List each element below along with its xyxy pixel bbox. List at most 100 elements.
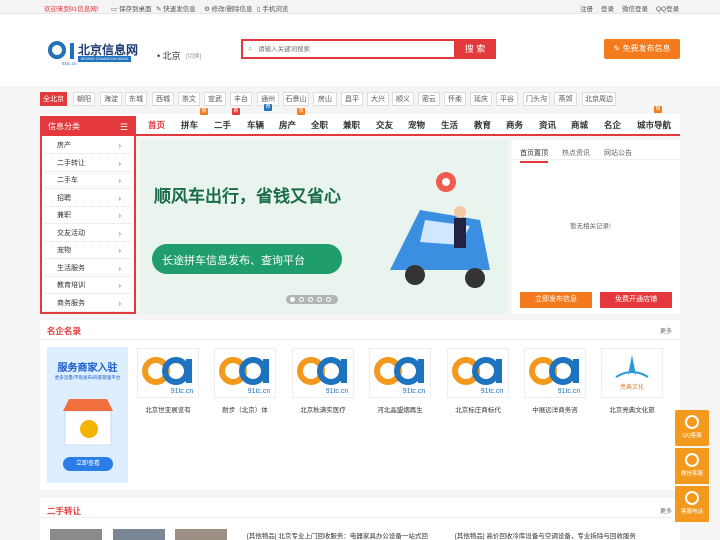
company-name[interactable]: 中展远洋商务咨 [516, 404, 594, 414]
site-logo[interactable]: 北京信息网 BEIJING CHUANGXIN WANG 91tc.cn [48, 39, 138, 69]
nav-item[interactable]: 兼职 [343, 118, 360, 132]
nav-item[interactable]: 商城 [571, 118, 588, 132]
sidebar-item[interactable]: 教育培训 › [45, 277, 131, 294]
company-name[interactable]: 耐步（北京）体 [206, 404, 284, 414]
nav-item[interactable]: 资讯 [539, 118, 556, 132]
company-logo-icon: 91tc.cn [452, 357, 504, 395]
company-name[interactable]: 河北晶盟烟再生 [361, 404, 439, 414]
city-link[interactable]: 密云 [418, 92, 440, 106]
switch-city-link[interactable]: [切换] [186, 51, 201, 60]
wechat-icon [685, 453, 699, 467]
banner-carousel[interactable]: 顺风车出行，省钱又省心 长途拼车信息发布、查询平台 [140, 140, 508, 314]
nav-item[interactable]: 拼车 [181, 118, 198, 132]
sidebar-item[interactable]: 宠物 › [45, 242, 131, 259]
list-item[interactable]: [其他物品] 北京专业上门回收服务：电器家具办公设备一站式回 [247, 530, 428, 540]
city-link[interactable]: 崇文 [178, 92, 200, 106]
city-link[interactable]: 朝阳 [73, 92, 95, 106]
nav-badge: 新 [232, 108, 240, 115]
nav-item[interactable]: 首页 [148, 118, 165, 132]
banner-headline: 顺风车出行，省钱又省心 [154, 187, 341, 206]
nav-item[interactable]: 城市导航 [637, 118, 671, 132]
nav-item[interactable]: 房产 [279, 118, 296, 132]
nav-item[interactable]: 教育 [474, 118, 491, 132]
company-logo[interactable]: 91tc.cn [447, 348, 509, 398]
list-item[interactable]: [其他物品] 高价回收冷库设备与空调设备，专业拆除与回收服务 [455, 530, 636, 540]
sidebar-item[interactable]: 商务服务 › [45, 295, 131, 312]
qq-service-button[interactable]: QQ客服 [675, 410, 709, 446]
city-link[interactable]: 东城 [125, 92, 147, 106]
city-link[interactable]: 海淀 [100, 92, 122, 106]
mobile-link[interactable]: ▯ 手机浏览 [257, 3, 288, 13]
nav-item[interactable]: 车辆 [247, 118, 264, 132]
city-link[interactable]: 怀柔 [444, 92, 466, 106]
city-link[interactable]: 房山 [313, 92, 337, 106]
phone-service-button[interactable]: 客服电话 [675, 486, 709, 522]
merchant-promo[interactable]: 服务商家入驻 更多流量/不限发布/商家管理平台 立即查看 [47, 347, 128, 483]
open-store-button[interactable]: 免费开通店铺 [600, 292, 672, 308]
company-name[interactable]: 北京标庄商标代 [439, 404, 517, 414]
city-link[interactable]: 西城 [152, 92, 174, 106]
city-link[interactable]: 顺义 [392, 92, 414, 106]
city-link[interactable]: 宣武 [204, 92, 226, 106]
login-link[interactable]: 登录 [601, 3, 614, 13]
famous-more-link[interactable]: 更多 [660, 326, 672, 335]
nav-item[interactable]: 交友 [376, 118, 393, 132]
thumb-image[interactable] [175, 529, 227, 540]
secondhand-more-link[interactable]: 更多 [660, 506, 672, 515]
nav-item[interactable]: 名企 [604, 118, 621, 132]
sidebar-item[interactable]: 兼职 › [45, 207, 131, 224]
company-logo[interactable]: 91tc.cn [369, 348, 431, 398]
car-illustration-icon [390, 172, 490, 288]
city-link[interactable]: 石景山 [283, 92, 309, 106]
carousel-dots[interactable] [286, 295, 338, 304]
search-input[interactable] [258, 43, 448, 55]
nav-item[interactable]: 宠物 [408, 118, 425, 132]
publish-now-button[interactable]: 立即发布信息 [520, 292, 592, 308]
nav-badge: 热 [200, 108, 208, 115]
quick-post-link[interactable]: ✎ 快速发信息 [156, 3, 196, 13]
wechat-login-link[interactable]: 微信登录 [622, 3, 648, 13]
search-button[interactable]: 搜 索 [454, 39, 496, 59]
company-logo[interactable]: 91tc.cn [524, 348, 586, 398]
sidebar-item[interactable]: 房产 › [45, 137, 131, 154]
company-logo[interactable]: 亮典文化 [601, 348, 663, 398]
tab-top[interactable]: 首页置顶 [520, 148, 548, 163]
thumb-image[interactable] [113, 529, 165, 540]
company-logo-text: 91tc.cn [481, 388, 504, 395]
city-link[interactable]: 燕郊 [554, 92, 577, 106]
nav-item[interactable]: 二手 [214, 118, 231, 132]
city-link[interactable]: 全北京 [40, 92, 67, 106]
nav-item[interactable]: 生活 [441, 118, 458, 132]
nav-item[interactable]: 商务 [506, 118, 523, 132]
company-name[interactable]: 北京世亚展览有 [129, 404, 207, 414]
sidebar-item[interactable]: 生活服务 › [45, 260, 131, 277]
sidebar-item[interactable]: 招聘 › [45, 190, 131, 207]
nav-item[interactable]: 全职 [311, 118, 328, 132]
city-link[interactable]: 北京周边 [582, 92, 616, 106]
city-link[interactable]: 丰台 [230, 92, 252, 106]
thumb-image[interactable] [50, 529, 102, 540]
company-name[interactable]: 北京亮典文化旅 [593, 404, 671, 414]
edit-delete-link[interactable]: ⚙ 修改/删除信息 [204, 3, 252, 13]
city-link[interactable]: 门头沟 [523, 92, 550, 106]
qq-login-link[interactable]: QQ登录 [656, 3, 679, 13]
nav-badge: 热 [654, 106, 662, 113]
company-logo[interactable]: 91tc.cn [137, 348, 199, 398]
city-link[interactable]: 昌平 [341, 92, 363, 106]
free-publish-button[interactable]: ✎ 免费发布信息 [604, 39, 680, 59]
wechat-service-button[interactable]: 微信客服 [675, 448, 709, 484]
company-logo[interactable]: 91tc.cn [214, 348, 276, 398]
register-link[interactable]: 注册 [580, 3, 593, 13]
company-logo[interactable]: 91tc.cn [292, 348, 354, 398]
city-link[interactable]: 平谷 [496, 92, 518, 106]
city-link[interactable]: 大兴 [367, 92, 389, 106]
tab-announcement[interactable]: 网站公告 [604, 148, 632, 158]
city-link[interactable]: 延庆 [470, 92, 492, 106]
save-desktop-link[interactable]: ▭ 保存到桌面 [111, 3, 151, 13]
sidebar-item[interactable]: 二手转让 › [45, 155, 131, 172]
secondhand-title: 二手转让 [47, 506, 82, 516]
sidebar-item[interactable]: 二手车 › [45, 172, 131, 189]
tab-hot-news[interactable]: 热点资讯 [562, 148, 590, 158]
company-name[interactable]: 北京秋满实医疗 [284, 404, 362, 414]
sidebar-item[interactable]: 交友活动 › [45, 225, 131, 242]
